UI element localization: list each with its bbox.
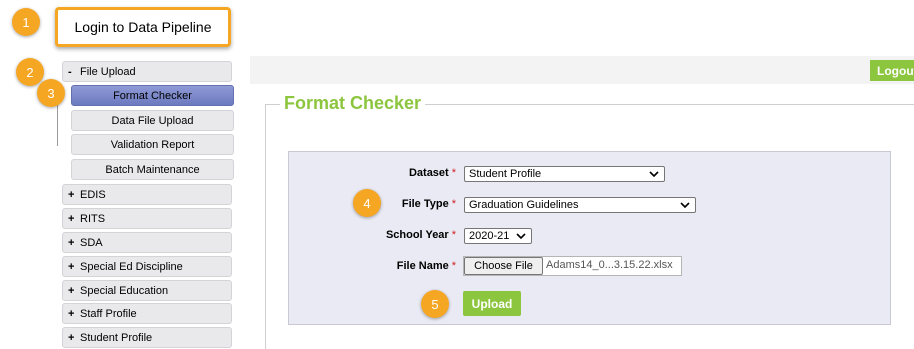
plus-icon: + xyxy=(68,284,75,297)
sidebar-group-sda[interactable]: + SDA xyxy=(62,232,232,253)
file-type-value: Graduation Guidelines xyxy=(469,199,579,211)
school-year-label: School Year * xyxy=(385,229,456,241)
logout-button[interactable]: Logout xyxy=(870,60,914,81)
sidebar-group-student-profile[interactable]: + Student Profile xyxy=(62,327,232,348)
minus-icon: - xyxy=(68,65,72,78)
dataset-select[interactable]: Student Profile xyxy=(464,166,665,182)
plus-icon: + xyxy=(68,307,75,320)
sidebar-group-label: EDIS xyxy=(80,188,106,201)
sidebar-item-batch-maintenance[interactable]: Batch Maintenance xyxy=(71,159,234,180)
plus-icon: + xyxy=(68,236,75,249)
file-type-select[interactable]: Graduation Guidelines xyxy=(464,197,696,213)
plus-icon: + xyxy=(68,212,75,225)
sidebar-item-format-checker[interactable]: Format Checker xyxy=(71,85,234,106)
top-bar xyxy=(250,56,914,84)
sidebar-group-label: SDA xyxy=(80,236,103,249)
choose-file-button[interactable]: Choose File xyxy=(464,257,543,275)
sidebar-group-label: Special Ed Discipline xyxy=(80,260,183,273)
school-year-select[interactable]: 2020-21 xyxy=(464,228,532,244)
selected-file-name: Adams14_0...3.15.22.xlsx xyxy=(546,259,673,271)
sidebar-item-data-file-upload[interactable]: Data File Upload xyxy=(71,110,234,131)
required-mark: * xyxy=(451,260,456,272)
callout-5: 5 xyxy=(421,290,449,318)
required-mark: * xyxy=(451,167,456,179)
upload-button[interactable]: Upload xyxy=(463,291,521,316)
sidebar-group-edis[interactable]: + EDIS xyxy=(62,184,232,205)
sidebar-group-label: Student Profile xyxy=(80,331,153,344)
plus-icon: + xyxy=(68,188,75,201)
required-mark: * xyxy=(451,229,456,241)
required-mark: * xyxy=(451,198,456,210)
chevron-down-icon xyxy=(680,199,690,214)
chevron-down-icon xyxy=(649,168,659,183)
school-year-value: 2020-21 xyxy=(469,230,510,242)
plus-icon: + xyxy=(68,331,75,344)
callout-2: 2 xyxy=(16,58,44,86)
sidebar-group-staff-profile[interactable]: + Staff Profile xyxy=(62,303,232,324)
chevron-down-icon xyxy=(516,230,526,245)
sidebar-group-label: File Upload xyxy=(80,65,136,78)
sidebar-group-label: Special Education xyxy=(80,284,169,297)
callout-4: 4 xyxy=(353,189,381,217)
sidebar-group-special-ed-discipline[interactable]: + Special Ed Discipline xyxy=(62,256,232,277)
sidebar-group-file-upload[interactable]: - File Upload xyxy=(62,61,232,82)
page-title: Format Checker xyxy=(280,93,426,114)
sidebar-group-label: RITS xyxy=(80,212,106,225)
sidebar-group-rits[interactable]: + RITS xyxy=(62,208,232,229)
plus-icon: + xyxy=(68,260,75,273)
callout-3: 3 xyxy=(37,79,65,107)
sidebar-item-validation-report[interactable]: Validation Report xyxy=(71,134,234,155)
login-button[interactable]: Login to Data Pipeline xyxy=(55,7,231,47)
callout-1: 1 xyxy=(12,8,40,36)
sidebar-group-special-education[interactable]: + Special Education xyxy=(62,280,232,301)
dataset-value: Student Profile xyxy=(469,168,542,180)
sidebar-group-label: Staff Profile xyxy=(80,307,137,320)
dataset-label: Dataset * xyxy=(408,167,456,179)
file-name-label: File Name * xyxy=(396,260,456,272)
